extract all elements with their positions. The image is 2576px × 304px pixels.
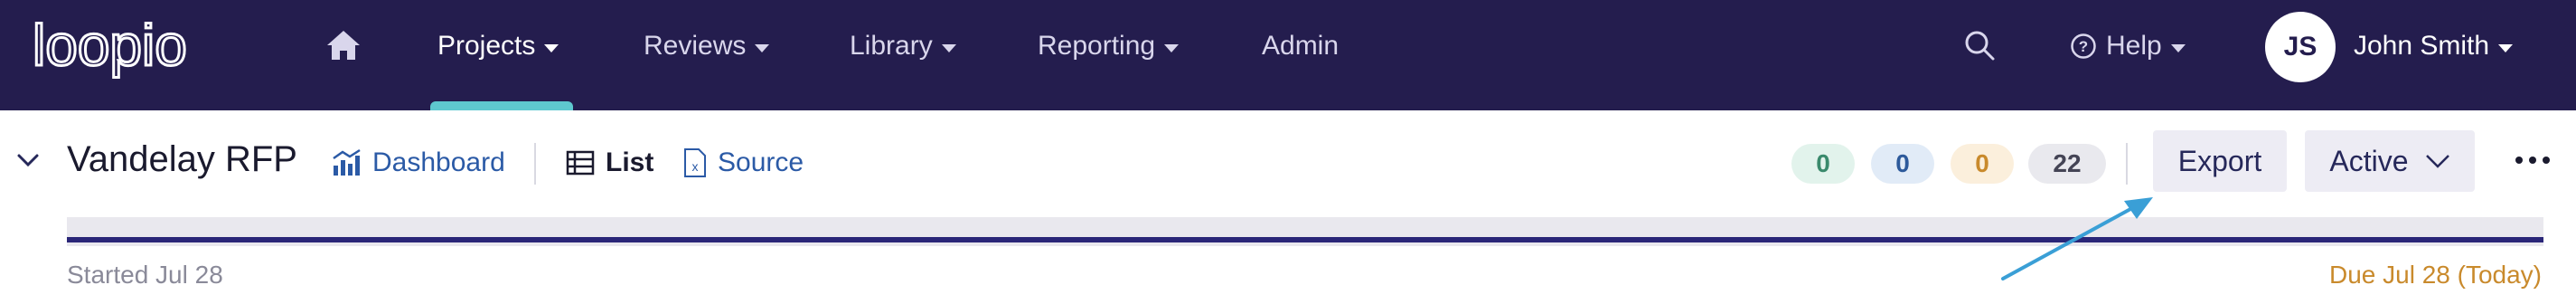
chevron-down-icon[interactable] xyxy=(16,150,40,170)
nav-admin[interactable]: Admin xyxy=(1262,27,1339,65)
nav-projects-label: Projects xyxy=(437,31,536,61)
user-name: John Smith xyxy=(2354,31,2490,61)
chevron-down-icon xyxy=(2425,155,2449,168)
status-count-total[interactable]: 22 xyxy=(2028,144,2106,184)
avatar[interactable]: JS xyxy=(2265,12,2336,82)
nav-reviews[interactable]: Reviews xyxy=(644,27,770,65)
export-button[interactable]: Export xyxy=(2153,130,2287,192)
project-title: Vandelay RFP xyxy=(67,139,297,179)
start-date: Started Jul 28 xyxy=(67,261,223,289)
nav-admin-label: Admin xyxy=(1262,31,1340,61)
project-status-dropdown[interactable]: Active xyxy=(2305,130,2475,192)
user-menu[interactable]: John Smith xyxy=(2354,27,2514,65)
status-label: Active xyxy=(2329,144,2409,177)
chevron-down-icon xyxy=(1164,43,1180,52)
list-label: List xyxy=(606,147,654,177)
chevron-down-icon xyxy=(755,43,770,52)
nav-reporting[interactable]: Reporting xyxy=(1038,27,1180,65)
list-icon xyxy=(566,150,595,176)
source-link[interactable]: x Source xyxy=(683,145,804,181)
more-icon[interactable] xyxy=(2515,156,2551,165)
status-count-blue[interactable]: 0 xyxy=(1871,144,1934,184)
nav-reviews-label: Reviews xyxy=(644,31,747,61)
status-count-green[interactable]: 0 xyxy=(1791,144,1855,184)
chevron-down-icon xyxy=(544,43,559,52)
progress-bar xyxy=(67,237,2543,242)
source-label: Source xyxy=(718,147,804,177)
dashboard-link[interactable]: Dashboard xyxy=(331,145,505,181)
active-tab-indicator xyxy=(430,101,573,110)
due-date: Due Jul 28 (Today) xyxy=(2328,261,2542,289)
nav-library[interactable]: Library xyxy=(850,27,956,65)
source-file-icon: x xyxy=(684,148,706,177)
search-icon[interactable] xyxy=(1963,29,1996,62)
nav-library-label: Library xyxy=(850,31,933,61)
chevron-down-icon xyxy=(2498,43,2514,52)
dashboard-icon xyxy=(333,148,361,176)
export-label: Export xyxy=(2177,144,2262,177)
svg-text:x: x xyxy=(692,159,699,174)
svg-text:?: ? xyxy=(2079,38,2088,55)
home-icon[interactable] xyxy=(325,29,362,62)
divider xyxy=(2126,143,2128,185)
annotation-arrow xyxy=(2001,197,2153,280)
nav-projects[interactable]: Projects xyxy=(437,27,559,65)
svg-text:loopio: loopio xyxy=(33,14,187,78)
help-label: Help xyxy=(2106,31,2162,61)
status-count-orange[interactable]: 0 xyxy=(1951,144,2014,184)
chevron-down-icon xyxy=(2170,43,2186,52)
divider xyxy=(534,143,536,185)
nav-reporting-label: Reporting xyxy=(1038,31,1156,61)
chevron-down-icon xyxy=(941,43,956,52)
help-menu[interactable]: ? Help xyxy=(2070,27,2186,65)
loopio-logo[interactable]: loopio xyxy=(33,14,231,81)
top-nav: loopio Projects Reviews Library Reportin… xyxy=(0,0,2576,110)
help-circle-icon: ? xyxy=(2071,33,2096,59)
dashboard-label: Dashboard xyxy=(372,147,505,177)
list-view-tab[interactable]: List xyxy=(566,145,653,181)
